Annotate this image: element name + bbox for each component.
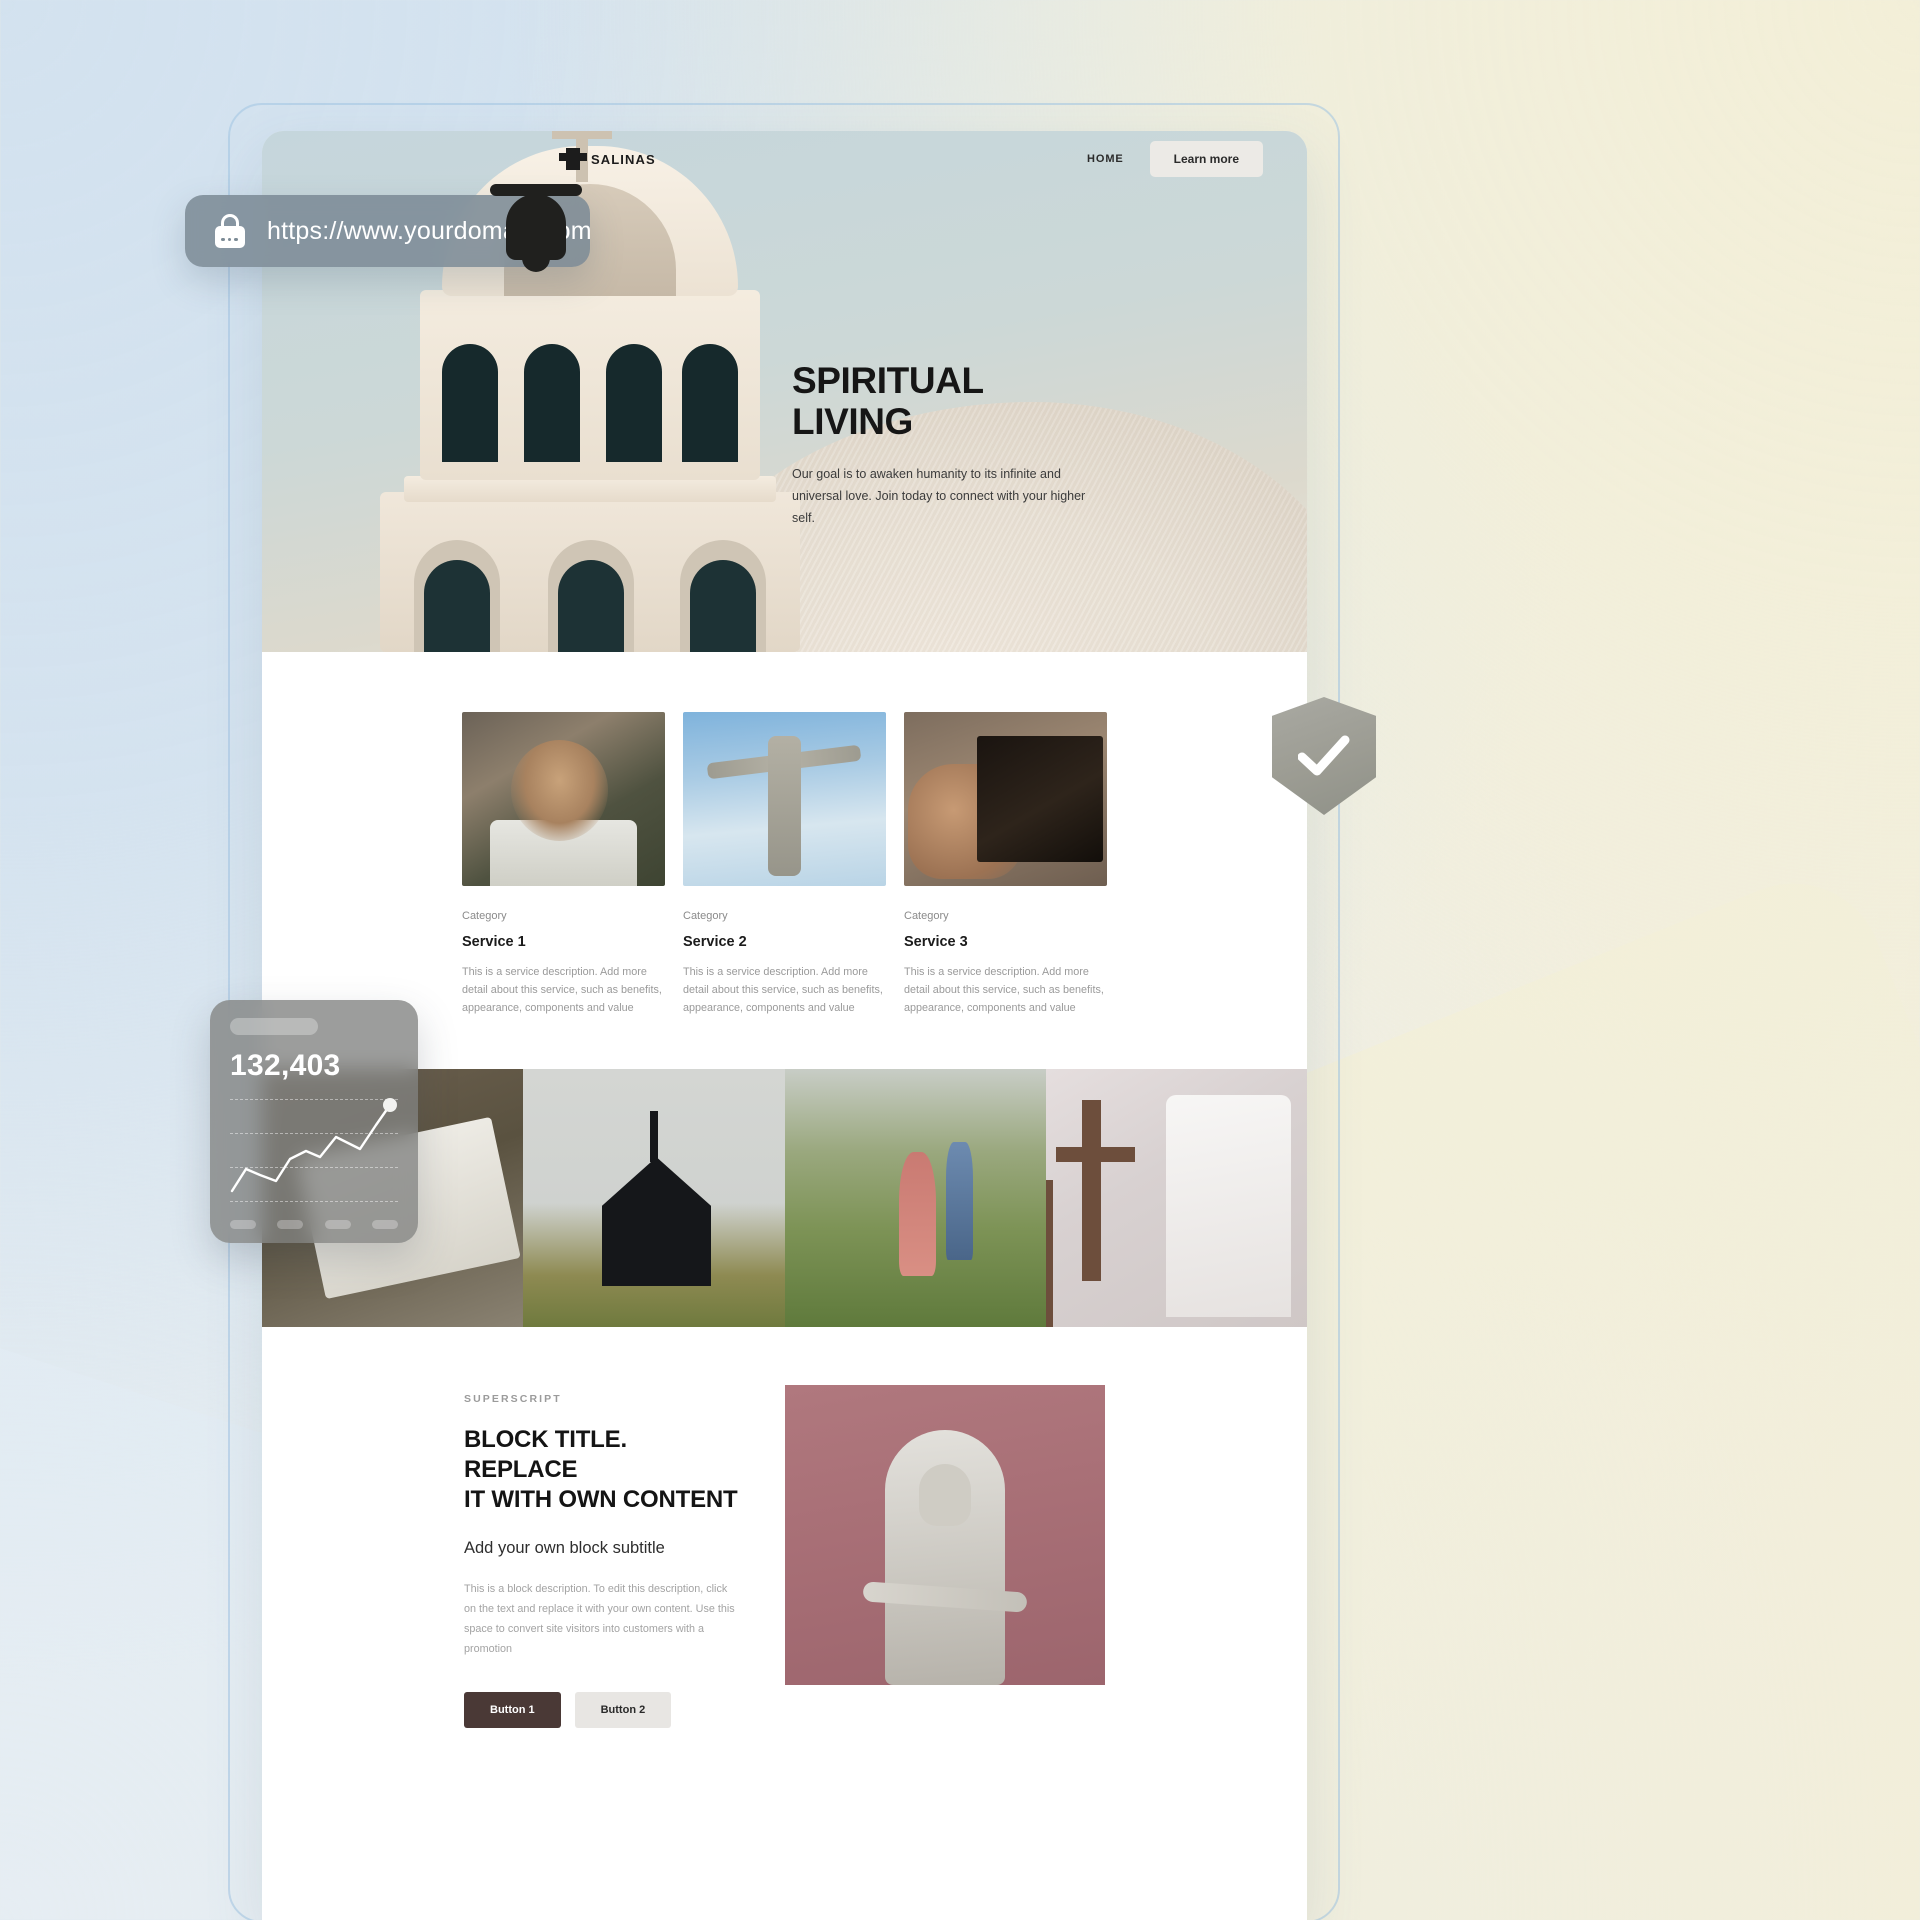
service-category: Category	[462, 910, 507, 922]
stat-footer-placeholders	[230, 1220, 398, 1229]
service-image-1	[462, 712, 665, 886]
services-section: Category Service 1 This is a service des…	[262, 652, 1307, 1070]
lock-icon	[215, 214, 245, 248]
hero-title-line-2: LIVING	[792, 400, 913, 442]
learn-more-button[interactable]: Learn more	[1149, 141, 1263, 177]
service-card[interactable]: Category Service 3 This is a service des…	[904, 712, 1107, 1017]
service-title: Service 3	[904, 934, 968, 950]
main-nav: HOME Learn more	[1087, 141, 1263, 177]
service-card[interactable]: Category Service 1 This is a service des…	[462, 712, 665, 1017]
block-button-1[interactable]: Button 1	[464, 1691, 561, 1728]
service-category: Category	[904, 910, 949, 922]
block-title-line-1: BLOCK TITLE. REPLACE	[464, 1426, 627, 1484]
content-block-text: SUPERSCRIPT BLOCK TITLE. REPLACE IT WITH…	[464, 1385, 741, 1728]
stats-card-overlay: 132,403	[210, 1000, 418, 1243]
bell-icon	[490, 184, 582, 272]
stat-chart-end-marker	[383, 1098, 397, 1112]
service-image-3	[904, 712, 1107, 886]
content-block-section: SUPERSCRIPT BLOCK TITLE. REPLACE IT WITH…	[262, 1327, 1307, 1728]
service-description: This is a service description. Add more …	[904, 966, 1104, 1015]
service-description: This is a service description. Add more …	[462, 966, 662, 1015]
stat-chart-line	[230, 1098, 397, 1193]
cross-icon	[559, 148, 587, 170]
block-title-line-2: IT WITH OWN CONTENT	[464, 1485, 738, 1513]
block-description: This is a block description. To edit thi…	[464, 1582, 735, 1655]
service-image-2	[683, 712, 886, 886]
gallery-image-2[interactable]	[523, 1069, 785, 1328]
service-description: This is a service description. Add more …	[683, 966, 883, 1015]
block-superscript: SUPERSCRIPT	[464, 1393, 562, 1406]
check-icon	[1298, 735, 1350, 776]
brand-name: SALINAS	[591, 151, 656, 167]
hero-title-line-1: SPIRITUAL	[792, 360, 984, 401]
virgin-mary-statue-shape	[885, 1430, 1005, 1686]
brand-logo[interactable]: SALINAS	[559, 148, 656, 170]
block-button-2[interactable]: Button 2	[574, 1691, 672, 1728]
gallery-strip	[262, 1069, 1307, 1328]
stat-value: 132,403	[230, 1049, 341, 1082]
hero-title: SPIRITUAL LIVING	[792, 360, 1212, 442]
block-buttons: Button 1 Button 2	[464, 1691, 741, 1728]
service-title: Service 1	[462, 934, 526, 950]
nav-item-home[interactable]: HOME	[1087, 153, 1124, 165]
stat-title-placeholder	[230, 1018, 318, 1035]
gallery-image-3[interactable]	[784, 1069, 1046, 1328]
hero-copy: SPIRITUAL LIVING Our goal is to awaken h…	[792, 360, 1212, 530]
block-subtitle: Add your own block subtitle	[464, 1538, 665, 1557]
gallery-image-4[interactable]	[1045, 1069, 1307, 1328]
site-header: SALINAS HOME Learn more	[262, 131, 1307, 187]
service-card[interactable]: Category Service 2 This is a service des…	[683, 712, 886, 1017]
service-title: Service 2	[683, 934, 747, 950]
website-preview: SALINAS HOME Learn more SPIRITUAL LIVING…	[262, 131, 1307, 1920]
hero-description: Our goal is to awaken humanity to its in…	[792, 467, 1086, 526]
stat-line-chart	[230, 1095, 398, 1215]
block-image	[785, 1385, 1105, 1686]
block-title: BLOCK TITLE. REPLACE IT WITH OWN CONTENT	[464, 1425, 741, 1514]
service-category: Category	[683, 910, 728, 922]
